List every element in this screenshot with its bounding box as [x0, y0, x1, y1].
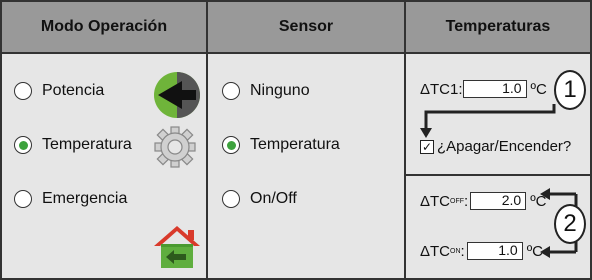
mode-option-label: Potencia	[42, 82, 105, 99]
sensor-option-label: On/Off	[250, 190, 297, 207]
callout-2: 2	[554, 204, 586, 244]
sensor-option-label: Temperatura	[250, 136, 340, 153]
gear-icon	[154, 126, 196, 168]
tc-on-input[interactable]: 1.0	[466, 242, 523, 260]
mode-option-potencia[interactable]: Potencia	[14, 82, 104, 100]
tc1-unit: ºC	[530, 80, 547, 98]
callout-1: 1	[554, 70, 586, 110]
tc-off-subscript: OFF	[450, 197, 465, 205]
home-return-icon	[154, 226, 200, 268]
header-temperatures: Temperaturas	[404, 0, 592, 54]
sensor-option-ninguno[interactable]: Ninguno	[222, 82, 310, 100]
mode-option-temperatura[interactable]: Temperatura	[14, 136, 132, 154]
radio-temperatura[interactable]	[14, 136, 32, 154]
tc-on-row: ΔTC ON: 1.0 ºC	[420, 242, 543, 260]
tc-on-subscript: ON	[450, 247, 461, 255]
tc1-label: ΔTC1:	[420, 80, 463, 98]
connector-arrow-1	[420, 104, 556, 138]
tc-on-label: ΔTC	[420, 242, 451, 260]
sensor-option-temperatura[interactable]: Temperatura	[222, 136, 340, 154]
radio-onoff[interactable]	[222, 190, 240, 208]
mode-option-label: Emergencia	[42, 190, 128, 207]
radio-sensor-temperatura[interactable]	[222, 136, 240, 154]
mode-option-emergencia[interactable]: Emergencia	[14, 190, 127, 208]
tc-off-row: ΔTC OFF: 2.0 ºC	[420, 192, 547, 210]
header-sensor: Sensor	[206, 0, 406, 54]
tc1-input[interactable]: 1.0	[462, 80, 527, 98]
sensor-option-onoff[interactable]: On/Off	[222, 190, 297, 208]
sensor-option-label: Ninguno	[250, 82, 310, 99]
tc1-row: ΔTC1: 1.0 ºC	[420, 80, 547, 98]
header-mode: Modo Operación	[0, 0, 208, 54]
mode-panel: Potencia Temperatura Emergencia	[0, 54, 208, 280]
radio-ninguno[interactable]	[222, 82, 240, 100]
sensor-panel: Ninguno Temperatura On/Off	[206, 54, 406, 280]
radio-potencia[interactable]	[14, 82, 32, 100]
radio-emergencia[interactable]	[14, 190, 32, 208]
arrow-left-icon	[154, 72, 200, 118]
apagar-encender-label: ¿Apagar/Encender?	[437, 138, 572, 155]
apagar-encender-row[interactable]: ✓ ¿Apagar/Encender?	[420, 138, 571, 155]
tc-off-input[interactable]: 2.0	[470, 192, 527, 210]
mode-option-label: Temperatura	[42, 136, 132, 153]
tc-off-label: ΔTC	[420, 192, 451, 210]
apagar-encender-checkbox[interactable]: ✓	[420, 139, 434, 154]
